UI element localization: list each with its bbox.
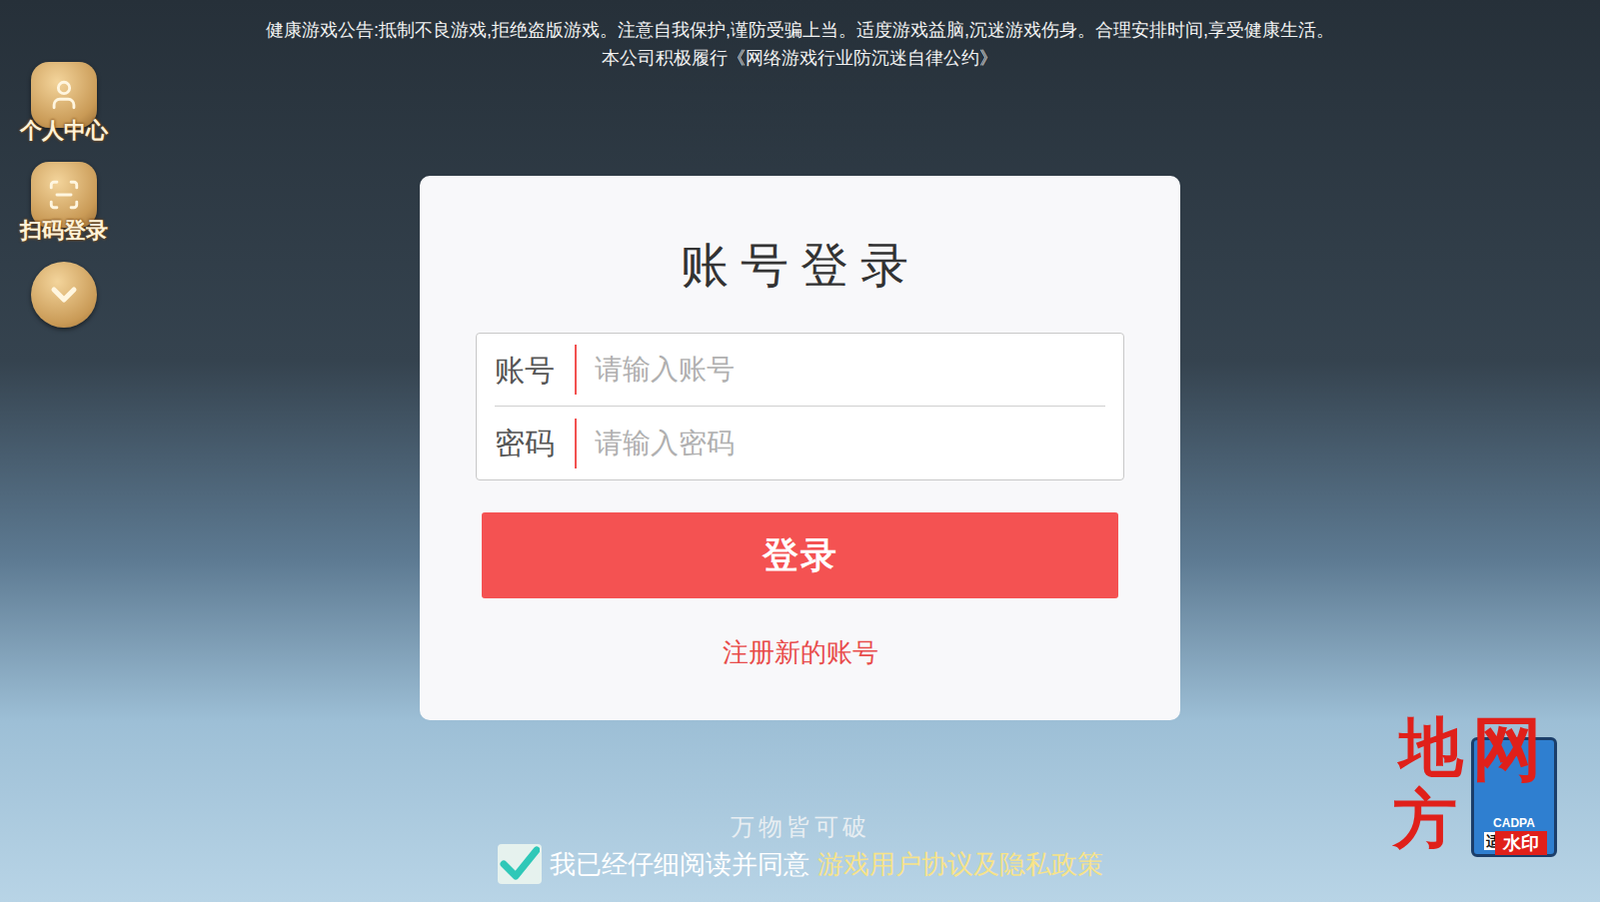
login-button[interactable]: 登录 xyxy=(481,512,1119,599)
check-icon xyxy=(499,846,540,883)
watermark-left: 地方 xyxy=(1399,711,1464,892)
bottom-area: 万物皆可破我已经仔细阅读并同意游戏用户协议及隐私政策 xyxy=(497,812,1104,902)
field-label: 账号 xyxy=(494,347,575,393)
side-menu-item[interactable] xyxy=(30,261,97,328)
watermark-label: 水印 xyxy=(1495,831,1548,856)
age-badge-code: CADPA xyxy=(1493,816,1536,831)
fields-box: 账号密码 xyxy=(475,332,1125,481)
notice-line: 本公司积极履行《网络游戏行业防沉迷自律公约》 xyxy=(601,43,998,72)
field-label: 密码 xyxy=(494,420,575,466)
slogan: 万物皆可破 xyxy=(730,812,871,843)
card-title: 账号登录 xyxy=(680,237,921,294)
user-icon xyxy=(46,77,81,112)
field-input[interactable] xyxy=(576,422,1106,465)
agreement-row: 我已经仔细阅读并同意游戏用户协议及隐私政策 xyxy=(497,844,1104,885)
side-menu-label: 扫码登录 xyxy=(19,217,108,244)
field-input[interactable] xyxy=(576,348,1106,391)
side-menu-item[interactable]: 个人中心 xyxy=(19,61,108,144)
field-row: 密码 xyxy=(494,406,1106,480)
watermark-right: 网水印 xyxy=(1467,711,1548,892)
agreement-checkbox[interactable] xyxy=(497,844,542,885)
login-card: 账号登录账号密码登录注册新的账号 xyxy=(419,175,1181,721)
agreement-link[interactable]: 游戏用户协议及隐私政策 xyxy=(817,844,1104,885)
side-menu-label: 个人中心 xyxy=(19,117,108,144)
watermark-glyph: 网 xyxy=(1472,711,1543,788)
watermark: 地方网水印 xyxy=(1399,711,1596,892)
watermark-glyph: 方 xyxy=(1393,783,1464,856)
register-link[interactable]: 注册新的账号 xyxy=(722,636,879,669)
field-row: 账号 xyxy=(494,333,1106,407)
agreement-text: 我已经仔细阅读并同意 xyxy=(549,844,810,885)
health-notice: 健康游戏公告:抵制不良游戏,拒绝盗版游戏。注意自我保护,谨防受骗上当。适度游戏益… xyxy=(265,0,1335,72)
chevron-down-icon xyxy=(43,274,84,315)
watermark-glyph: 地 xyxy=(1399,711,1464,784)
login-screen: 健康游戏公告:抵制不良游戏,拒绝盗版游戏。注意自我保护,谨防受骗上当。适度游戏益… xyxy=(0,0,1600,902)
side-menu-button[interactable] xyxy=(30,261,97,328)
side-menu-item[interactable]: 扫码登录 xyxy=(19,161,108,244)
notice-line: 健康游戏公告:抵制不良游戏,拒绝盗版游戏。注意自我保护,谨防受骗上当。适度游戏益… xyxy=(265,15,1335,44)
side-menu: 个人中心扫码登录 xyxy=(19,61,108,328)
scan-icon xyxy=(46,177,81,212)
